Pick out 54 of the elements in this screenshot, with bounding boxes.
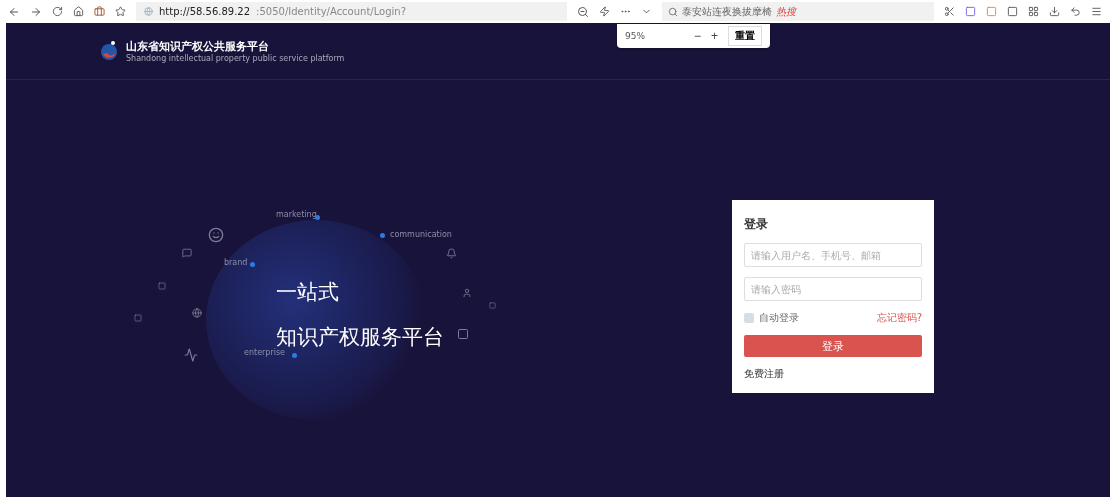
hero-heading: 知识产权服务平台 (276, 324, 444, 349)
zoom-out-button[interactable]: − (693, 29, 701, 43)
forward-icon[interactable] (30, 5, 42, 18)
forgot-password-link[interactable]: 忘记密码? (876, 311, 922, 325)
home-icon[interactable] (73, 6, 84, 17)
scissors-icon[interactable] (944, 6, 955, 17)
node-dot (315, 215, 320, 220)
site-title: 山东省知识产权公共服务平台 (126, 39, 270, 54)
user-icon (462, 288, 472, 298)
reset-button[interactable]: 重置 (728, 26, 762, 46)
logo-icon (98, 40, 120, 62)
password-field[interactable]: 请输入密码 (744, 277, 922, 301)
globe-icon (144, 7, 153, 16)
address-bar[interactable]: http://58.56.89.22 :5050/Identity/Account/Login? (136, 2, 567, 21)
url-host-text: http://58.56.89.22 (159, 6, 251, 17)
keyword-label: communication (390, 230, 452, 239)
username-field[interactable]: 请输入用户名、手机号、邮箱 (744, 243, 922, 267)
undo-icon[interactable] (1070, 6, 1081, 17)
keyword-label: brand (224, 258, 248, 267)
globe-icon (192, 308, 202, 318)
reload-icon[interactable] (52, 6, 63, 17)
register-link[interactable]: 免费注册 (744, 367, 922, 381)
url-path-text: :5050/Identity/Account/Login? (256, 6, 406, 17)
briefcase-icon[interactable] (94, 6, 105, 17)
chart-icon (184, 348, 198, 362)
zoom-in-button[interactable]: + (711, 29, 718, 43)
login-title: 登录 (744, 216, 769, 233)
smiley-icon (208, 227, 224, 243)
node-dot (250, 262, 255, 267)
search-icon (668, 6, 678, 17)
zoom-percent: 95% (625, 31, 646, 41)
node-dot (380, 233, 385, 238)
search-text: 泰安站连夜换拔摩椅 (682, 4, 772, 19)
lightning-icon[interactable] (599, 6, 610, 17)
download-icon[interactable] (1049, 6, 1060, 17)
search-field[interactable]: 泰安站连夜换拔摩椅 热搜 (662, 2, 934, 21)
menu-icon[interactable] (1091, 6, 1102, 17)
hot-search-label: 热搜 (776, 4, 796, 19)
grid-icon[interactable] (1028, 6, 1039, 17)
site-subtitle: Shandong intellectual property public service platform (126, 54, 345, 63)
zoom-icon[interactable] (577, 5, 589, 18)
chat-icon (182, 248, 192, 258)
star-icon[interactable] (115, 6, 126, 17)
keyword-label: enterprise (244, 348, 286, 357)
extension-icon[interactable] (965, 6, 976, 17)
login-button[interactable]: 登录 (744, 335, 922, 357)
auto-login-checkbox[interactable] (744, 313, 754, 323)
back-icon[interactable] (8, 5, 20, 18)
bell-icon (446, 248, 457, 259)
auto-login-label: 自动登录 (759, 311, 799, 325)
hero-heading: 一站式 (276, 279, 339, 306)
keyword-label: marketing (276, 210, 317, 219)
node-dot (292, 353, 297, 358)
tab-icon[interactable] (1007, 6, 1018, 17)
